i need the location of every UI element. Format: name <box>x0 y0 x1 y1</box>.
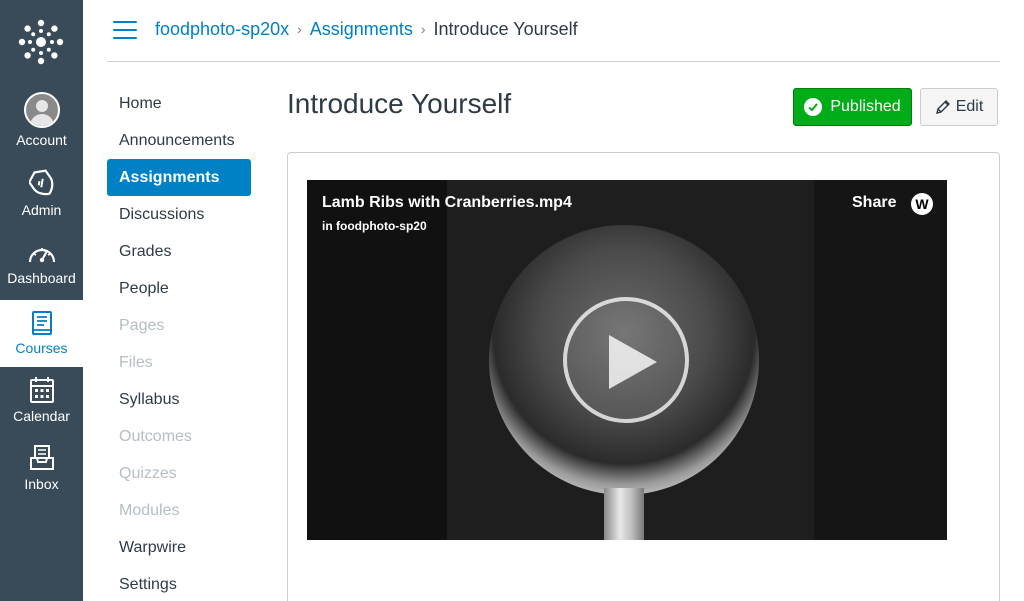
global-nav-inbox[interactable]: Inbox <box>0 444 83 506</box>
course-nav-assignments[interactable]: Assignments <box>107 159 251 196</box>
chevron-right-icon: › <box>297 21 302 37</box>
global-nav: Account Admin Dashboard Courses Calendar… <box>0 0 83 601</box>
avatar <box>23 92 60 128</box>
global-nav-account[interactable]: Account <box>0 92 83 154</box>
hamburger-menu-icon[interactable] <box>113 21 137 41</box>
courses-icon <box>31 311 52 335</box>
pencil-icon <box>935 100 950 114</box>
global-nav-label: Admin <box>21 202 62 218</box>
course-nav-pages[interactable]: Pages <box>107 307 251 344</box>
breadcrumb: foodphoto-sp20x › Assignments › Introduce Yo… <box>155 19 578 40</box>
breadcrumb-assignments[interactable]: Assignments <box>310 19 413 39</box>
video-player[interactable]: Lamb Ribs with Cranberries.mp4 in foodph… <box>307 180 947 540</box>
play-button[interactable] <box>563 297 689 423</box>
calendar-icon <box>29 377 54 403</box>
breadcrumb-course[interactable]: foodphoto-sp20x <box>155 19 289 39</box>
inbox-icon <box>29 445 54 470</box>
course-nav-discussions[interactable]: Discussions <box>107 196 251 233</box>
global-nav-label: Account <box>16 132 67 148</box>
page-title: Introduce Yourself <box>287 88 512 119</box>
course-nav: Home Announcements Assignments Discussio… <box>107 85 251 601</box>
global-nav-calendar[interactable]: Calendar <box>0 376 83 438</box>
global-nav-label: Calendar <box>13 408 70 424</box>
dashboard-icon <box>28 248 55 263</box>
course-nav-quizzes[interactable]: Quizzes <box>107 455 251 492</box>
share-button[interactable]: Share <box>852 194 896 212</box>
chevron-right-icon: › <box>420 21 426 37</box>
course-nav-files[interactable]: Files <box>107 344 251 381</box>
global-nav-admin[interactable]: Admin <box>0 168 83 230</box>
shield-icon <box>28 169 53 196</box>
header: foodphoto-sp20x › Assignments › Introduce Yo… <box>107 0 1000 62</box>
edit-label: Edit <box>955 98 984 115</box>
global-nav-label: Dashboard <box>7 270 76 286</box>
course-nav-settings[interactable]: Settings <box>107 566 251 601</box>
check-circle-icon <box>804 98 823 116</box>
course-nav-home[interactable]: Home <box>107 85 251 122</box>
course-nav-warpwire[interactable]: Warpwire <box>107 529 251 566</box>
published-label: Published <box>830 98 901 115</box>
play-icon <box>609 335 657 389</box>
published-button[interactable]: Published <box>793 88 912 126</box>
course-nav-syllabus[interactable]: Syllabus <box>107 381 251 418</box>
video-title[interactable]: Lamb Ribs with Cranberries.mp4 <box>322 194 572 212</box>
global-nav-label: Courses <box>15 340 68 356</box>
canvas-logo-icon[interactable] <box>18 19 64 65</box>
course-nav-grades[interactable]: Grades <box>107 233 251 270</box>
edit-button[interactable]: Edit <box>920 88 998 126</box>
course-nav-people[interactable]: People <box>107 270 251 307</box>
breadcrumb-current: Introduce Yourself <box>433 19 578 39</box>
global-nav-dashboard[interactable]: Dashboard <box>0 242 83 304</box>
course-nav-modules[interactable]: Modules <box>107 492 251 529</box>
course-nav-outcomes[interactable]: Outcomes <box>107 418 251 455</box>
video-subtitle[interactable]: in foodphoto-sp20 <box>322 219 427 233</box>
warpwire-logo-icon[interactable]: W <box>911 193 933 215</box>
global-nav-label: Inbox <box>24 476 59 492</box>
global-nav-courses[interactable]: Courses <box>0 300 83 367</box>
course-nav-announcements[interactable]: Announcements <box>107 122 251 159</box>
